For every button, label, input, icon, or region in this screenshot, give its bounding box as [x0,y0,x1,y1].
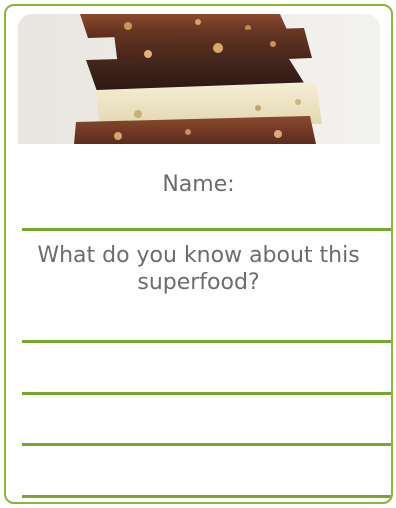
answer-line[interactable] [22,495,391,498]
answer-line[interactable] [22,340,391,343]
question-text: What do you know about this superfood? [37,243,360,295]
answer-line[interactable] [22,392,391,395]
name-label: Name: [162,172,235,197]
answer-line[interactable] [22,443,391,446]
name-line[interactable] [22,228,391,231]
superfood-worksheet-card: Name: What do you know about this superf… [4,4,393,504]
chocolate-photo [18,14,380,144]
